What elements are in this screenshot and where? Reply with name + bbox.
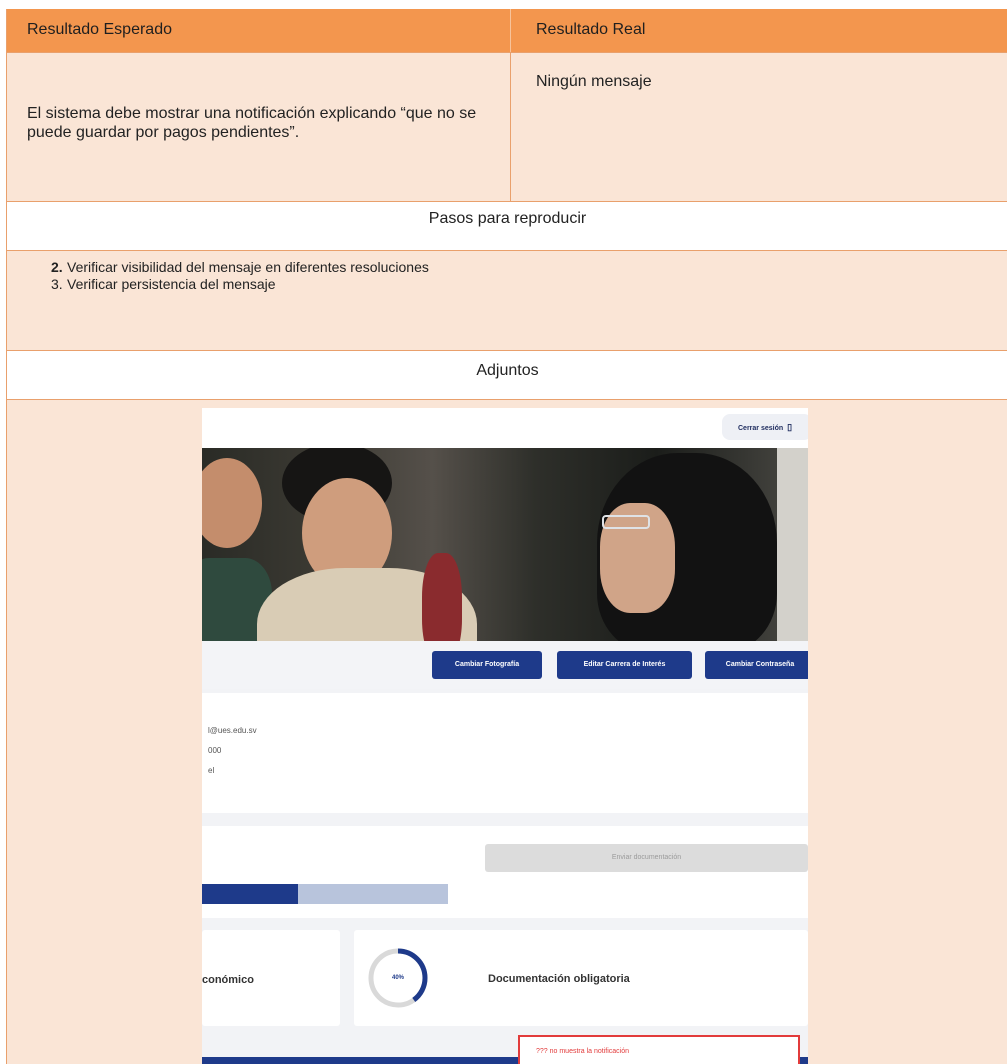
expected-result-text: El sistema debe mostrar una notificación…	[27, 105, 477, 141]
results-row: El sistema debe mostrar una notificación…	[7, 53, 1007, 202]
expected-cell: El sistema debe mostrar una notificación…	[7, 53, 511, 201]
ring-percent: 40%	[391, 975, 404, 981]
annotation-box: ??? no muestra la notificación	[518, 1035, 800, 1064]
real-cell: Ningún mensaje	[512, 53, 1007, 201]
annotation-text: ??? no muestra la notificación	[536, 1048, 629, 1055]
steps-title: Pasos para reproducir	[428, 210, 587, 227]
list-item: 3. Verificar persistencia del mensaje	[31, 276, 429, 293]
expected-header: Resultado Esperado	[27, 21, 172, 38]
logout-icon: ▯	[787, 422, 793, 432]
profile-actions-bar: Cambiar Fotografía Editar Carrera de Int…	[202, 641, 808, 689]
info-extra: el	[208, 766, 215, 775]
progress-bar-fill	[202, 884, 298, 904]
attachments-title: Adjuntos	[476, 362, 539, 379]
send-docs-button[interactable]: Enviar documentación	[485, 844, 808, 872]
expected-header-cell: Resultado Esperado	[7, 9, 511, 52]
logout-label: Cerrar sesión	[738, 425, 784, 432]
docs-card-title: Documentación obligatoria	[488, 973, 630, 985]
backpack-strap	[422, 553, 462, 641]
economic-card[interactable]: conómico	[202, 930, 340, 1026]
attached-screenshot: Cerrar sesión ▯ Cambiar Fotografía Editar…	[202, 408, 808, 1064]
logout-button[interactable]: Cerrar sesión ▯	[722, 414, 808, 440]
steps-list: 2. Verificar visibilidad del mensaje en …	[31, 259, 429, 293]
progress-ring: 40%	[366, 946, 430, 1010]
edit-career-button[interactable]: Editar Carrera de Interés	[557, 651, 692, 679]
steps-title-row: Pasos para reproducir	[7, 202, 1007, 251]
app-topbar: Cerrar sesión ▯	[202, 408, 808, 448]
docs-card[interactable]: 40% Documentación obligatoria	[354, 930, 808, 1026]
step-number: 2.	[51, 259, 63, 275]
real-result-text: Ningún mensaje	[536, 73, 652, 90]
info-email: l@ues.edu.sv	[208, 726, 257, 735]
attachments-title-row: Adjuntos	[7, 351, 1007, 400]
change-photo-button[interactable]: Cambiar Fotografía	[432, 651, 542, 679]
steps-row: 2. Verificar visibilidad del mensaje en …	[7, 251, 1007, 351]
right-wall	[777, 448, 808, 641]
header-row: Resultado Esperado Resultado Real	[7, 9, 1007, 53]
profile-info: l@ues.edu.sv 000 el	[202, 693, 808, 813]
step-text: Verificar visibilidad del mensaje en dif…	[67, 259, 429, 275]
step-number: 3.	[51, 276, 63, 292]
glasses	[602, 515, 650, 529]
progress-bar	[202, 884, 448, 904]
attachments-row: Cerrar sesión ▯ Cambiar Fotografía Editar…	[7, 400, 1007, 1064]
progress-section: Enviar documentación	[202, 826, 808, 918]
hero-photo	[202, 448, 808, 641]
list-item: 2. Verificar visibilidad del mensaje en …	[31, 259, 429, 276]
real-header-cell: Resultado Real	[512, 9, 1007, 52]
change-password-button[interactable]: Cambiar Contraseña	[705, 651, 808, 679]
step-text: Verificar persistencia del mensaje	[67, 276, 276, 292]
bug-report-table: Resultado Esperado Resultado Real El sis…	[6, 9, 1007, 1064]
economic-card-label: conómico	[202, 974, 254, 986]
info-phone: 000	[208, 746, 222, 755]
student-left-face	[202, 458, 262, 548]
real-header: Resultado Real	[536, 21, 646, 38]
